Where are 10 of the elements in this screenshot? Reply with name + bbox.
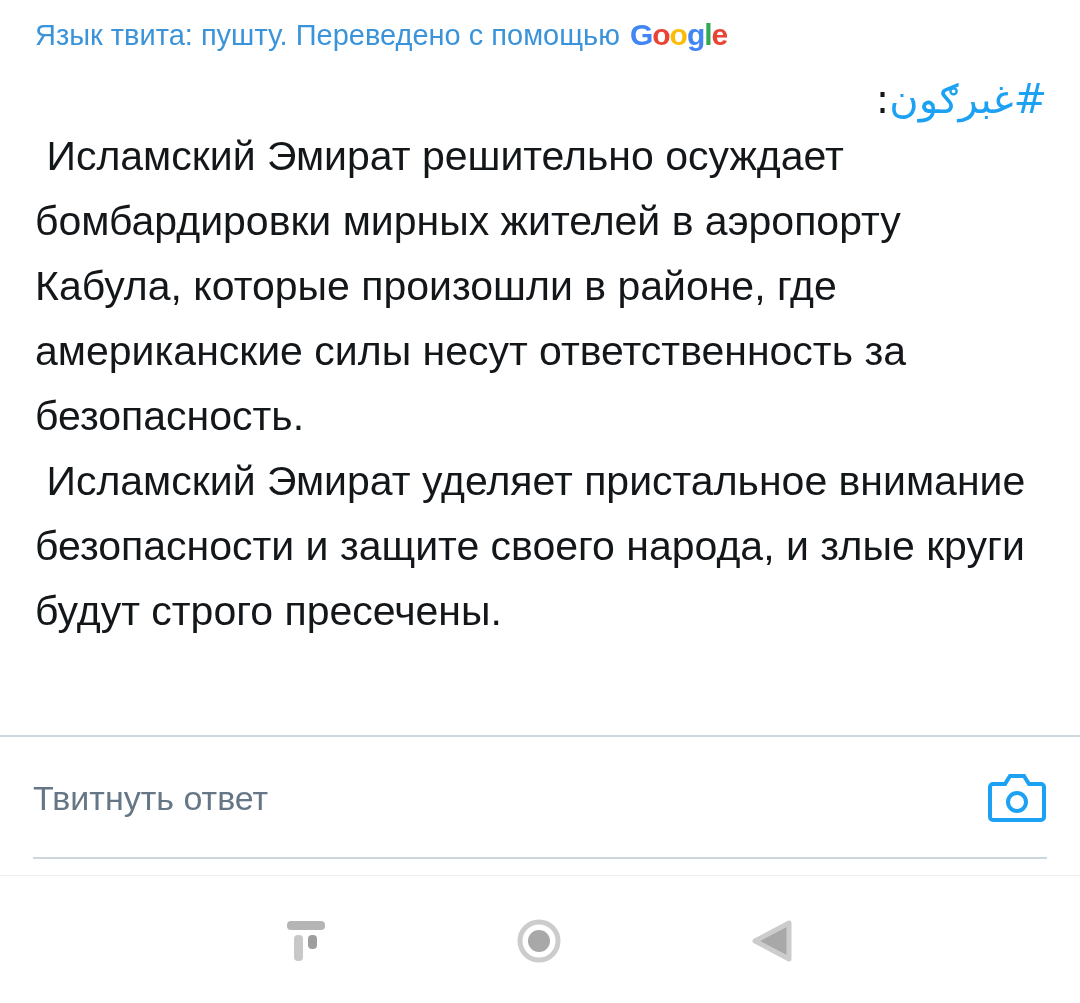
hashtag-link[interactable]: #غبرګون <box>889 76 1047 122</box>
recents-icon[interactable] <box>287 919 327 963</box>
home-icon[interactable] <box>517 919 561 963</box>
tweet-paragraph: Исламский Эмират решительно осуждает бомбардировки мирных жителей в аэропорту Кабула, которые произошли в районе, где американские силы несут ответственность за безопасность. <box>35 132 907 441</box>
translation-note: Язык твита: пушту. Переведено с помощью <box>35 19 620 52</box>
reply-field[interactable]: Твитнуть ответ <box>33 778 633 818</box>
tweet-paragraph: Исламский Эмират уделяет пристальное внимание безопасности и защите своего народа, и злые круги будут строго пресечены. <box>35 457 1027 636</box>
back-icon[interactable] <box>751 919 793 963</box>
hashtag-line: #غبرګون: <box>874 75 1047 124</box>
google-logo[interactable]: Google <box>629 18 728 52</box>
